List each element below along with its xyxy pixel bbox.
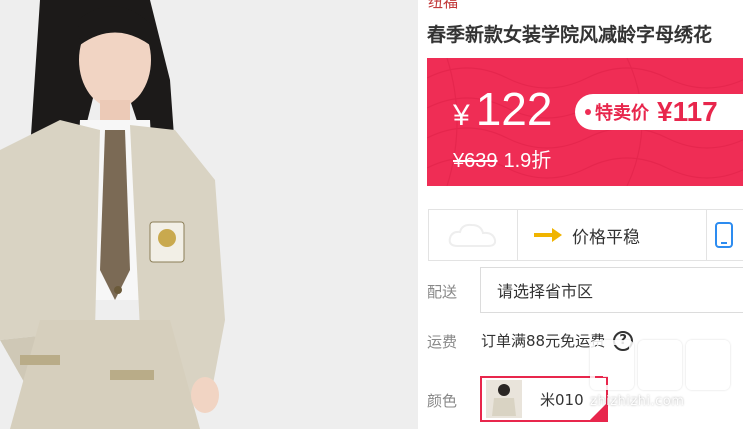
currency-symbol: ¥: [453, 99, 470, 132]
current-price-value: 122: [475, 83, 553, 135]
price-info-strip: 价格平稳: [428, 209, 743, 261]
original-price: ¥639 1.9折: [453, 144, 551, 173]
color-option-name: 米010: [540, 390, 584, 409]
watermark-logo: [590, 340, 730, 390]
discount-value: 1.9折: [503, 150, 552, 172]
watermark-glyph-2: [638, 340, 682, 390]
price-stable-item[interactable]: 价格平稳: [518, 223, 706, 248]
cloud-icon: [429, 210, 517, 260]
region-selector[interactable]: 请选择省市区: [480, 267, 743, 313]
phone-icon[interactable]: [707, 222, 733, 248]
special-price-tag: 特卖价 ¥117: [575, 94, 743, 130]
color-thumbnail: [486, 380, 522, 418]
product-title: 春季新款女装学院风减龄字母绣花: [427, 24, 713, 46]
watermark-url: zhizhizhi.com: [590, 394, 685, 409]
model-illustration: [0, 0, 418, 429]
watermark-glyph-1: [590, 340, 634, 390]
special-price-value: ¥117: [657, 96, 718, 127]
site-watermark: zhizhizhi.com: [590, 340, 730, 409]
current-price: ¥ 122: [453, 82, 552, 136]
shipping-label: 配送: [427, 283, 458, 301]
brand-name[interactable]: 纽福: [428, 0, 458, 12]
tag-dot: [585, 109, 591, 115]
color-label: 颜色: [427, 392, 458, 410]
color-option-selected[interactable]: 米010: [480, 376, 608, 422]
product-photo[interactable]: [0, 0, 418, 429]
watermark-glyph-3: [686, 340, 730, 390]
price-box: ¥ 122 特卖价 ¥117 ¥639 1.9折: [427, 58, 743, 186]
original-price-value: ¥639: [453, 150, 498, 172]
arrow-right-icon: [534, 228, 562, 242]
freight-label: 运费: [427, 333, 458, 351]
freight-text: 订单满88元免运费: [481, 332, 606, 350]
product-page: 纽福 春季新款女装学院风减龄字母绣花 ¥ 122 特卖价 ¥117 ¥639 1…: [0, 0, 743, 429]
special-price-label: 特卖价: [595, 103, 649, 124]
price-stable-label: 价格平稳: [572, 227, 640, 248]
